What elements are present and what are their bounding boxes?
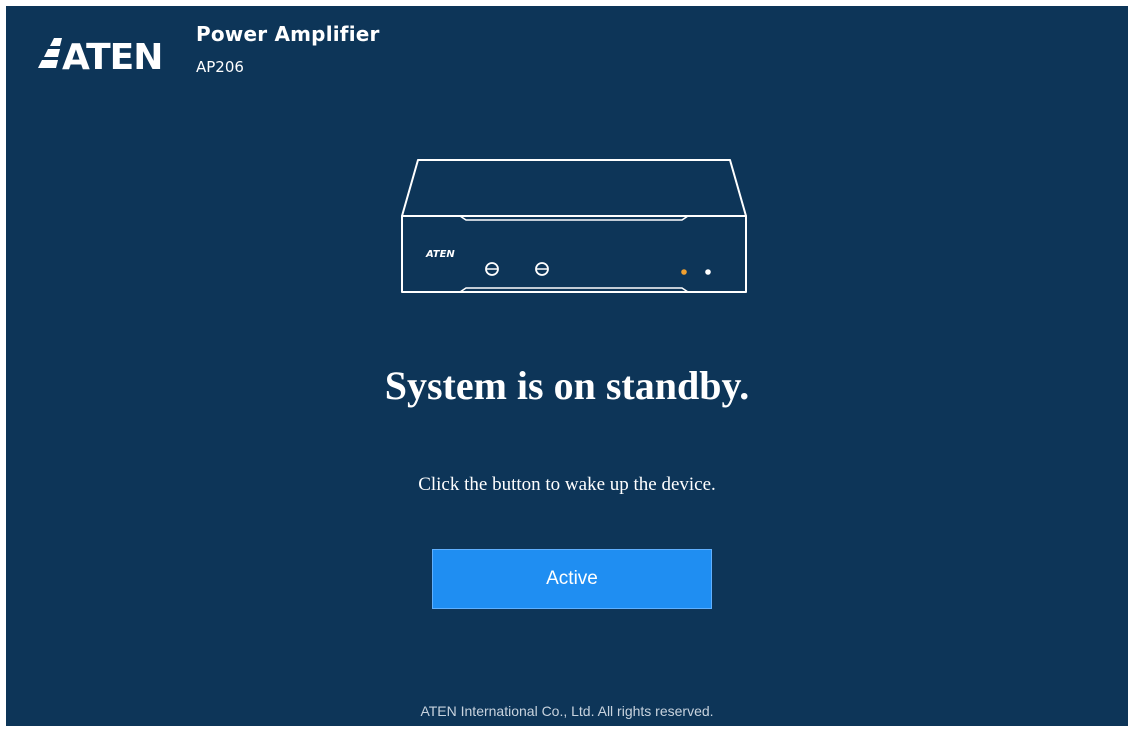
standby-led-orange [681, 269, 687, 275]
standby-headline: System is on standby. [384, 363, 750, 408]
product-model: AP206 [196, 58, 244, 76]
amplifier-illustration: ATEN [401, 159, 747, 293]
standby-screen: ATEN Power Amplifier AP206 ATEN System i… [6, 6, 1128, 726]
aten-logo: ATEN [38, 37, 163, 76]
device-top-panel [401, 159, 747, 217]
device-brand-label: ATEN [425, 249, 455, 260]
active-button[interactable]: Active [432, 549, 712, 609]
wake-instruction: Click the button to wake up the device. [418, 474, 716, 495]
product-name: Power Amplifier [196, 22, 380, 46]
aten-logo-text: ATEN [62, 37, 162, 76]
power-led-white [705, 269, 711, 275]
copyright-footer: ATEN International Co., Ltd. All rights … [420, 703, 714, 719]
